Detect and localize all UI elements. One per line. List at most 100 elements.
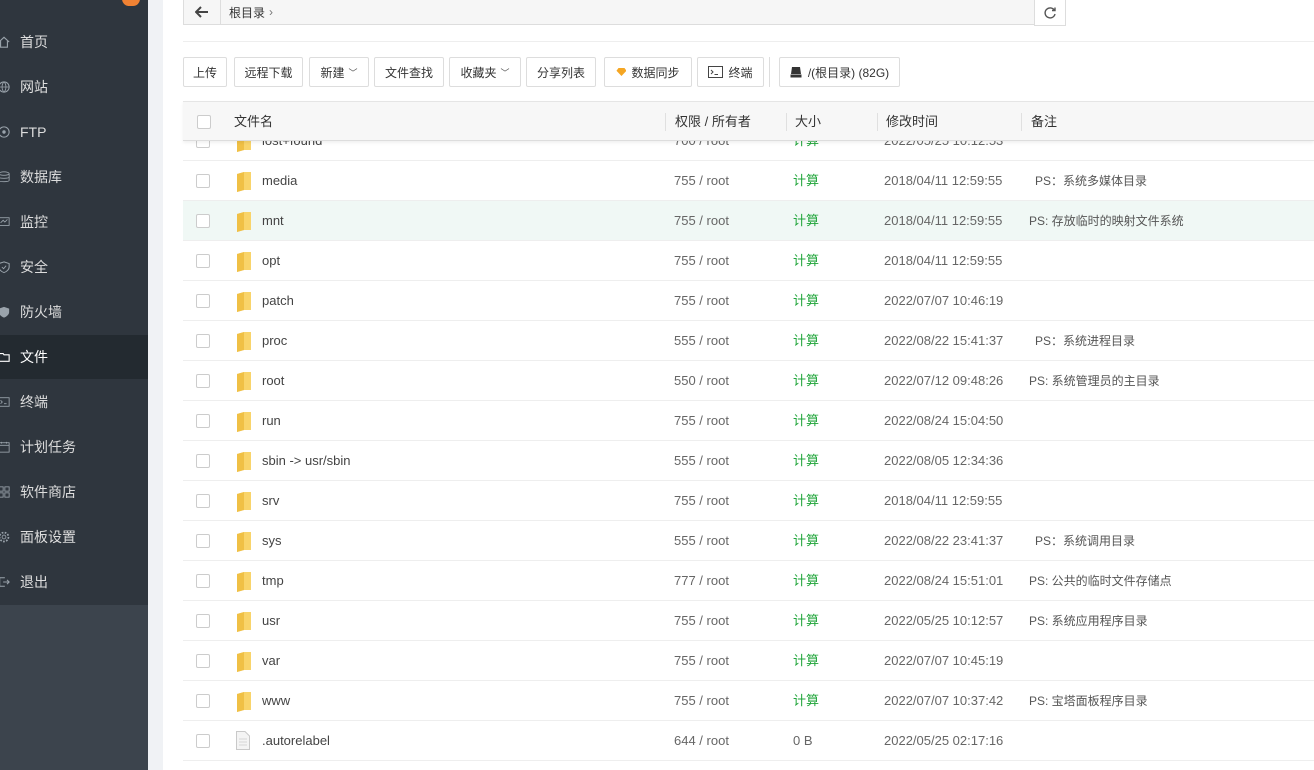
column-header-name[interactable]: 文件名: [234, 102, 273, 140]
row-checkbox[interactable]: [196, 534, 210, 548]
sidebar-item-gear[interactable]: 面板设置: [0, 515, 148, 559]
sidebar-item-calendar[interactable]: 计划任务: [0, 425, 148, 469]
table-row[interactable]: sbin -> usr/sbin 555 / root 计算 2022/08/05 1…: [183, 441, 1314, 481]
file-size[interactable]: 计算: [793, 601, 819, 641]
remote-download-button[interactable]: 远程下载: [234, 57, 303, 87]
file-size[interactable]: 计算: [793, 401, 819, 441]
file-note[interactable]: PS: 存放临时的映射文件系统: [1029, 201, 1184, 241]
file-permission[interactable]: 550 / root: [674, 361, 729, 401]
table-row[interactable]: srv 755 / root 计算 2018/04/11 12:59:55: [183, 481, 1314, 521]
file-permission[interactable]: 755 / root: [674, 401, 729, 441]
table-row[interactable]: sys 555 / root 计算 2022/08/22 23:41:37 PS：系统调…: [183, 521, 1314, 561]
table-row[interactable]: opt 755 / root 计算 2018/04/11 12:59:55: [183, 241, 1314, 281]
file-name[interactable]: .autorelabel: [262, 721, 330, 761]
file-note[interactable]: PS: 系统管理员的主目录: [1029, 361, 1160, 401]
file-size[interactable]: 计算: [793, 561, 819, 601]
file-permission[interactable]: 555 / root: [674, 441, 729, 481]
file-name[interactable]: mnt: [262, 201, 284, 241]
file-name[interactable]: root: [262, 361, 284, 401]
table-row[interactable]: run 755 / root 计算 2022/08/24 15:04:50: [183, 401, 1314, 441]
column-header-permission[interactable]: 权限 / 所有者: [675, 102, 751, 140]
file-permission[interactable]: 755 / root: [674, 641, 729, 681]
file-permission[interactable]: 755 / root: [674, 481, 729, 521]
file-permission[interactable]: 555 / root: [674, 321, 729, 361]
file-size[interactable]: 计算: [793, 521, 819, 561]
sidebar-item-home[interactable]: 首页: [0, 20, 148, 64]
disk-button[interactable]: /(根目录) (82G): [779, 57, 900, 87]
file-note[interactable]: PS：系统进程目录: [1035, 321, 1135, 361]
data-sync-button[interactable]: 数据同步: [604, 57, 692, 87]
row-checkbox[interactable]: [196, 414, 210, 428]
file-name[interactable]: patch: [262, 281, 294, 321]
sidebar-item-globe[interactable]: 网站: [0, 65, 148, 109]
sidebar-item-logout[interactable]: 退出: [0, 560, 148, 604]
sidebar-item-firewall[interactable]: 防火墙: [0, 290, 148, 334]
file-permission[interactable]: 644 / root: [674, 721, 729, 761]
file-name[interactable]: www: [262, 681, 290, 721]
file-size[interactable]: 计算: [793, 481, 819, 521]
share-list-button[interactable]: 分享列表: [526, 57, 596, 87]
file-size[interactable]: 计算: [793, 681, 819, 721]
file-size[interactable]: 计算: [793, 321, 819, 361]
upload-button[interactable]: 上传: [183, 57, 227, 87]
file-size[interactable]: 计算: [793, 281, 819, 321]
file-permission[interactable]: 755 / root: [674, 681, 729, 721]
file-permission[interactable]: 755 / root: [674, 161, 729, 201]
row-checkbox[interactable]: [196, 574, 210, 588]
new-dropdown-button[interactable]: 新建 ﹀: [309, 57, 369, 87]
row-checkbox[interactable]: [196, 694, 210, 708]
row-checkbox[interactable]: [196, 174, 210, 188]
table-row[interactable]: www 755 / root 计算 2022/07/07 10:37:42 PS: 宝塔…: [183, 681, 1314, 721]
file-name[interactable]: srv: [262, 481, 279, 521]
sidebar-item-apps[interactable]: 软件商店: [0, 470, 148, 514]
sidebar-item-folder[interactable]: 文件: [0, 335, 148, 379]
row-checkbox[interactable]: [196, 614, 210, 628]
terminal-button[interactable]: 终端: [697, 57, 764, 87]
file-size[interactable]: 计算: [793, 441, 819, 481]
row-checkbox[interactable]: [196, 494, 210, 508]
file-size[interactable]: 计算: [793, 201, 819, 241]
file-name[interactable]: run: [262, 401, 281, 441]
row-checkbox[interactable]: [196, 334, 210, 348]
column-header-size[interactable]: 大小: [795, 102, 821, 140]
table-row[interactable]: patch 755 / root 计算 2022/07/07 10:46:19: [183, 281, 1314, 321]
select-all-checkbox[interactable]: [197, 115, 211, 129]
table-row[interactable]: media 755 / root 计算 2018/04/11 12:59:55 PS：系…: [183, 161, 1314, 201]
row-checkbox[interactable]: [196, 294, 210, 308]
file-note[interactable]: PS：系统调用目录: [1035, 521, 1135, 561]
table-row[interactable]: root 550 / root 计算 2022/07/12 09:48:26 PS: 系…: [183, 361, 1314, 401]
table-row[interactable]: proc 555 / root 计算 2022/08/22 15:41:37 PS：系统…: [183, 321, 1314, 361]
sidebar-item-terminal[interactable]: 终端: [0, 380, 148, 424]
file-name[interactable]: sbin -> usr/sbin: [262, 441, 351, 481]
column-header-modified-time[interactable]: 修改时间: [886, 102, 938, 140]
column-header-note[interactable]: 备注: [1031, 102, 1057, 140]
file-size[interactable]: 计算: [793, 241, 819, 281]
row-checkbox[interactable]: [196, 734, 210, 748]
row-checkbox[interactable]: [196, 454, 210, 468]
file-name[interactable]: tmp: [262, 561, 284, 601]
file-name[interactable]: var: [262, 641, 280, 681]
table-row[interactable]: usr 755 / root 计算 2022/05/25 10:12:57 PS: 系统…: [183, 601, 1314, 641]
file-permission[interactable]: 755 / root: [674, 241, 729, 281]
file-note[interactable]: PS: 公共的临时文件存储点: [1029, 561, 1172, 601]
file-name[interactable]: proc: [262, 321, 287, 361]
file-permission[interactable]: 755 / root: [674, 601, 729, 641]
sidebar-item-shield[interactable]: 安全: [0, 245, 148, 289]
file-permission[interactable]: 777 / root: [674, 561, 729, 601]
file-note[interactable]: PS: 系统应用程序目录: [1029, 601, 1148, 641]
sidebar-item-database[interactable]: 数据库: [0, 155, 148, 199]
breadcrumb-root[interactable]: 根目录: [229, 4, 265, 21]
file-permission[interactable]: 555 / root: [674, 521, 729, 561]
file-note[interactable]: PS: 宝塔面板程序目录: [1029, 681, 1148, 721]
file-name[interactable]: media: [262, 161, 297, 201]
file-name[interactable]: usr: [262, 601, 280, 641]
refresh-button[interactable]: [1034, 0, 1066, 26]
file-note[interactable]: PS：系统多媒体目录: [1035, 161, 1147, 201]
file-name[interactable]: opt: [262, 241, 280, 281]
table-row[interactable]: mnt 755 / root 计算 2018/04/11 12:59:55 PS: 存放…: [183, 201, 1314, 241]
sidebar-item-ftp[interactable]: FTP: [0, 110, 148, 154]
file-name[interactable]: sys: [262, 521, 282, 561]
row-checkbox[interactable]: [196, 254, 210, 268]
table-row[interactable]: var 755 / root 计算 2022/07/07 10:45:19: [183, 641, 1314, 681]
file-permission[interactable]: 755 / root: [674, 201, 729, 241]
